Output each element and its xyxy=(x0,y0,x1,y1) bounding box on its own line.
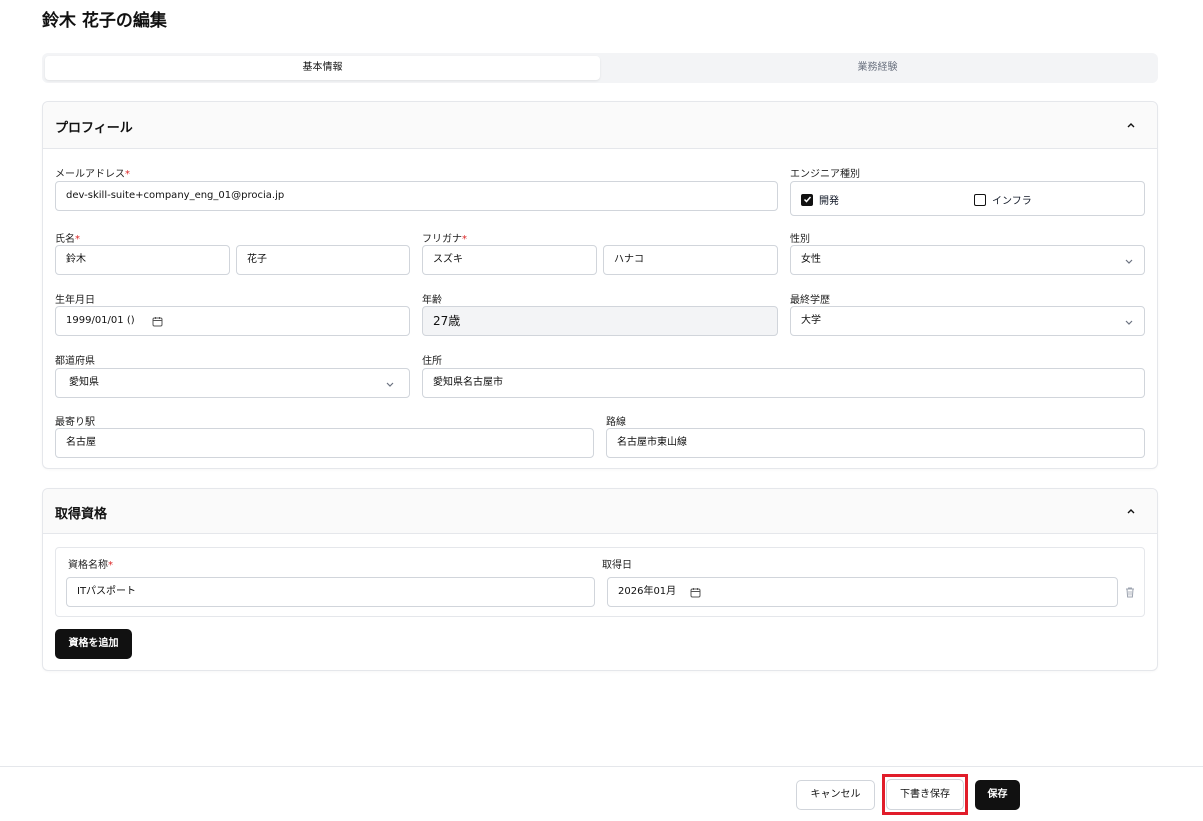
email-label: メールアドレス* xyxy=(55,169,130,180)
education-label: 最終学歴 xyxy=(790,295,830,306)
education-value: 大学 xyxy=(801,315,821,326)
birthdate-label: 生年月日 xyxy=(55,295,95,306)
tab-bar: 基本情報 業務経験 xyxy=(42,53,1158,83)
profile-card-header[interactable]: プロフィール xyxy=(43,102,1157,149)
page-title: 鈴木 花子の編集 xyxy=(42,11,167,31)
line-label: 路線 xyxy=(606,417,626,428)
tab-basic-info[interactable]: 基本情報 xyxy=(45,56,600,80)
save-button[interactable]: 保存 xyxy=(975,780,1020,810)
prefecture-value: 愛知県 xyxy=(69,377,99,388)
engineer-type-infra-checkbox[interactable]: インフラ xyxy=(974,192,1032,207)
last-name-field[interactable]: 鈴木 xyxy=(55,245,230,275)
gender-value: 女性 xyxy=(801,254,821,265)
birthdate-field[interactable]: 1999/01/01 () xyxy=(55,306,410,336)
furigana-label: フリガナ* xyxy=(422,234,467,245)
education-select[interactable]: 大学 xyxy=(790,306,1145,336)
name-label: 氏名* xyxy=(55,234,80,245)
profile-card: プロフィール メールアドレス* dev-skill-suite+company_… xyxy=(42,101,1158,469)
address-field[interactable]: 愛知県名古屋市 xyxy=(422,368,1145,398)
birthdate-value: 1999/01/01 () xyxy=(66,315,135,326)
engineer-type-label: エンジニア種別 xyxy=(790,169,860,180)
chevron-down-icon xyxy=(1125,259,1133,264)
engineer-type-dev-label: 開発 xyxy=(819,196,839,207)
chevron-down-icon xyxy=(386,382,394,387)
prefecture-label: 都道府県 xyxy=(55,356,95,367)
qualification-row: 資格名称* ITパスポート 取得日 2026年01月 xyxy=(55,547,1145,617)
engineer-type-infra-label: インフラ xyxy=(992,196,1032,207)
calendar-icon[interactable] xyxy=(152,316,163,327)
draft-save-button[interactable]: 下書き保存 xyxy=(886,779,964,810)
first-furigana-field[interactable]: ハナコ xyxy=(603,245,778,275)
chevron-down-icon xyxy=(1125,320,1133,325)
first-name-field[interactable]: 花子 xyxy=(236,245,410,275)
address-label: 住所 xyxy=(422,356,442,367)
checkbox-unchecked-icon xyxy=(974,193,986,206)
line-field[interactable]: 名古屋市東山線 xyxy=(606,428,1145,458)
last-furigana-field[interactable]: スズキ xyxy=(422,245,597,275)
engineer-type-dev-checkbox[interactable]: 開発 xyxy=(801,192,839,207)
station-label: 最寄り駅 xyxy=(55,417,95,428)
tab-work-experience[interactable]: 業務経験 xyxy=(600,56,1155,80)
cancel-button[interactable]: キャンセル xyxy=(796,780,875,810)
qualification-date-value: 2026年01月 xyxy=(618,586,677,597)
gender-label: 性別 xyxy=(790,234,810,245)
qualifications-card-header[interactable]: 取得資格 xyxy=(43,489,1157,534)
footer-bar: キャンセル 下書き保存 保存 xyxy=(0,766,1203,821)
trash-icon[interactable] xyxy=(1124,586,1136,598)
chevron-up-icon[interactable] xyxy=(1125,505,1137,517)
add-qualification-button[interactable]: 資格を追加 xyxy=(55,629,132,659)
qualification-date-field[interactable]: 2026年01月 xyxy=(607,577,1118,607)
qualification-name-label: 資格名称* xyxy=(68,560,113,571)
qualification-name-field[interactable]: ITパスポート xyxy=(66,577,595,607)
engineer-type-group: 開発 インフラ xyxy=(790,181,1145,216)
calendar-icon[interactable] xyxy=(690,587,701,598)
chevron-up-icon[interactable] xyxy=(1125,119,1137,131)
checkbox-checked-icon xyxy=(801,193,813,206)
email-field[interactable]: dev-skill-suite+company_eng_01@procia.jp xyxy=(55,181,778,211)
qualifications-card-title: 取得資格 xyxy=(55,507,108,522)
gender-select[interactable]: 女性 xyxy=(790,245,1145,275)
qualification-date-label: 取得日 xyxy=(602,560,632,571)
age-label: 年齢 xyxy=(422,295,442,306)
profile-card-title: プロフィール xyxy=(55,121,133,136)
qualifications-card: 取得資格 資格名称* ITパスポート 取得日 2026年01月 資格を追加 xyxy=(42,488,1158,671)
age-field: 27歳 xyxy=(422,306,778,336)
prefecture-select[interactable]: 愛知県 xyxy=(55,368,410,398)
station-field[interactable]: 名古屋 xyxy=(55,428,594,458)
